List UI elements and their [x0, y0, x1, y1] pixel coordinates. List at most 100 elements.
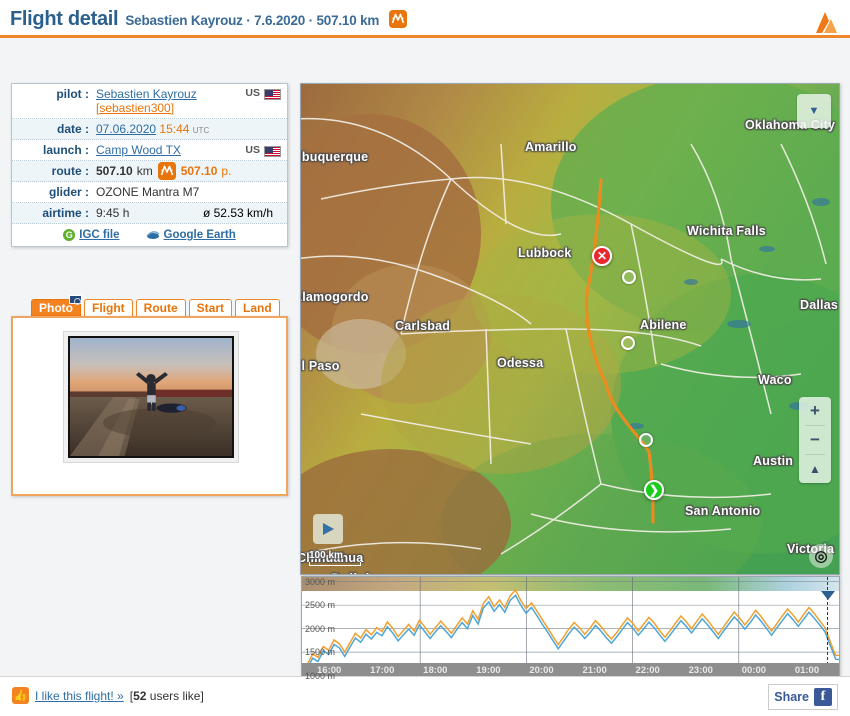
map-zoom-controls: + − ▲: [799, 397, 831, 483]
chevron-down-icon: ▼: [808, 105, 820, 117]
tab-start-label: Start: [196, 301, 224, 315]
map-layers-button[interactable]: ▼: [797, 94, 831, 128]
chart-x-tick-label: 16:00: [317, 665, 342, 676]
chart-x-tick-label: 18:00: [423, 665, 448, 676]
date-label: date :: [56, 122, 89, 136]
like-count: 52: [133, 688, 147, 703]
chart-x-tick-label: 19:00: [476, 665, 501, 676]
flight-map[interactable]: Oklahoma City Amarillo Wichita Falls Lub…: [300, 83, 840, 575]
glider-label: glider :: [48, 185, 89, 199]
page-title: Flight detail: [10, 8, 119, 30]
map-scale-bar: 100 km: [309, 550, 361, 566]
launch-site-link[interactable]: Camp Wood TX: [96, 143, 181, 157]
play-icon[interactable]: [313, 514, 343, 544]
chart-x-tick-label: 01:00: [794, 665, 820, 676]
route-value: 507.10 km 507.10 p.: [96, 162, 281, 180]
tab-land-label: Land: [243, 301, 272, 315]
info-row-glider: glider : OZONE Mantra M7: [12, 182, 287, 203]
info-row-downloads: G IGC file Google Earth: [12, 224, 287, 246]
chart-y-tick-label: 2500 m: [305, 600, 336, 611]
info-row-airtime: airtime : 9:45 h ø 52.53 km/h: [12, 203, 287, 224]
igc-file-label: IGC file: [79, 229, 120, 242]
tab-photo-label: Photo: [39, 301, 73, 315]
chart-y-tick-label: 1500 m: [305, 647, 336, 658]
chart-x-tick-label: 20:00: [529, 665, 554, 676]
airtime-label: airtime :: [42, 206, 89, 220]
glider-value: OZONE Mantra M7: [96, 185, 200, 199]
turnpoint-marker[interactable]: [639, 433, 653, 447]
pilot-name-link[interactable]: Sebastien Kayrouz: [96, 87, 197, 101]
zoom-out-button[interactable]: −: [801, 426, 829, 454]
xcontest-badge-icon: [389, 10, 408, 28]
xcontest-badge-icon: [157, 162, 176, 180]
thumbs-up-icon: 👍: [12, 687, 29, 704]
tab-route-label: Route: [143, 301, 178, 315]
route-distance-unit: km: [136, 164, 153, 178]
header-title-group: Flight detail Sebastien Kayrouz · 7.6.20…: [10, 7, 408, 31]
tab-flight-label: Flight: [92, 301, 125, 315]
us-flag-icon: [264, 88, 281, 100]
igc-file-link[interactable]: G IGC file: [63, 228, 120, 242]
chart-y-tick-label: 3000 m: [305, 577, 336, 587]
photo-panel: [11, 316, 288, 496]
tilt-up-icon[interactable]: ▲: [801, 455, 829, 483]
google-earth-icon: [145, 230, 160, 240]
chart-y-tick-label: 2000 m: [305, 623, 336, 634]
like-suffix: users like: [149, 688, 201, 703]
page-footer: 👍 I like this flight! » [52 users like] …: [0, 676, 850, 716]
pilot-value: Sebastien Kayrouz [sebastien300]: [96, 87, 241, 115]
scale-bar-line: [309, 562, 361, 566]
like-box: 👍 I like this flight! » [52 users like]: [12, 687, 204, 704]
route-label: route :: [51, 164, 89, 178]
date-time: 15:44: [159, 122, 190, 136]
route-points: 507.10: [180, 164, 218, 178]
google-earth-label: Google Earth: [163, 229, 236, 241]
avg-speed: ø 52.53 km/h: [202, 206, 273, 220]
chart-cursor-marker[interactable]: [820, 591, 835, 600]
turnpoint-marker[interactable]: [621, 336, 635, 350]
date-value: 07.06.2020 15:44 UTC: [96, 122, 281, 136]
date-link[interactable]: 07.06.2020: [96, 122, 156, 136]
date-time-unit: UTC: [192, 126, 210, 135]
chart-x-tick-label: 21:00: [582, 665, 607, 676]
zoom-in-button[interactable]: +: [801, 397, 829, 425]
igc-circle-icon: G: [63, 228, 76, 241]
launch-value: Camp Wood TX: [96, 143, 241, 157]
map-terrain: [301, 84, 839, 574]
info-row-date: date : 07.06.2020 15:44 UTC: [12, 119, 287, 140]
info-row-route: route : 507.10 km 507.10 p.: [12, 161, 287, 182]
pilot-country: US: [241, 87, 281, 100]
map-scale-label: 100 km: [309, 550, 343, 561]
page-body: pilot : Sebastien Kayrouz [sebastien300]…: [0, 38, 850, 708]
like-count-group: [52 users like]: [129, 688, 204, 703]
end-marker-icon[interactable]: ✕: [592, 246, 612, 266]
page-header: Flight detail Sebastien Kayrouz · 7.6.20…: [0, 0, 850, 38]
flight-summary: Sebastien Kayrouz · 7.6.2020 · 507.10 km: [125, 13, 380, 28]
flight-photo[interactable]: [68, 336, 234, 458]
launch-label: launch :: [42, 143, 89, 157]
xcontest-logo-icon[interactable]: [798, 7, 838, 35]
chart-x-tick-label: 17:00: [370, 665, 395, 676]
facebook-icon[interactable]: f: [814, 688, 832, 706]
compass-icon[interactable]: ◎: [809, 544, 833, 568]
route-distance: 507.10: [96, 164, 133, 178]
pilot-country-code: US: [245, 87, 260, 99]
launch-country-code: US: [245, 144, 260, 156]
like-flight-link[interactable]: I like this flight! »: [35, 689, 124, 703]
flight-info-table: pilot : Sebastien Kayrouz [sebastien300]…: [11, 83, 288, 247]
info-row-launch: launch : Camp Wood TX US: [12, 140, 287, 161]
airtime-value: 9:45 h: [96, 206, 130, 220]
chart-x-tick-label: 23:00: [688, 665, 713, 676]
chart-x-tick-label: 22:00: [635, 665, 660, 676]
camera-icon: [69, 295, 82, 305]
chart-x-tick-label: 00:00: [741, 665, 767, 676]
google-earth-link[interactable]: Google Earth: [145, 229, 236, 241]
turnpoint-marker[interactable]: [622, 270, 636, 284]
share-label: Share: [774, 690, 809, 704]
launch-country: US: [241, 144, 281, 157]
us-flag-icon: [264, 145, 281, 157]
share-button[interactable]: Share f: [768, 684, 838, 710]
start-marker-icon[interactable]: ❯: [644, 480, 664, 500]
pilot-username-link[interactable]: [sebastien300]: [96, 101, 174, 115]
photo-frame[interactable]: [63, 331, 239, 463]
